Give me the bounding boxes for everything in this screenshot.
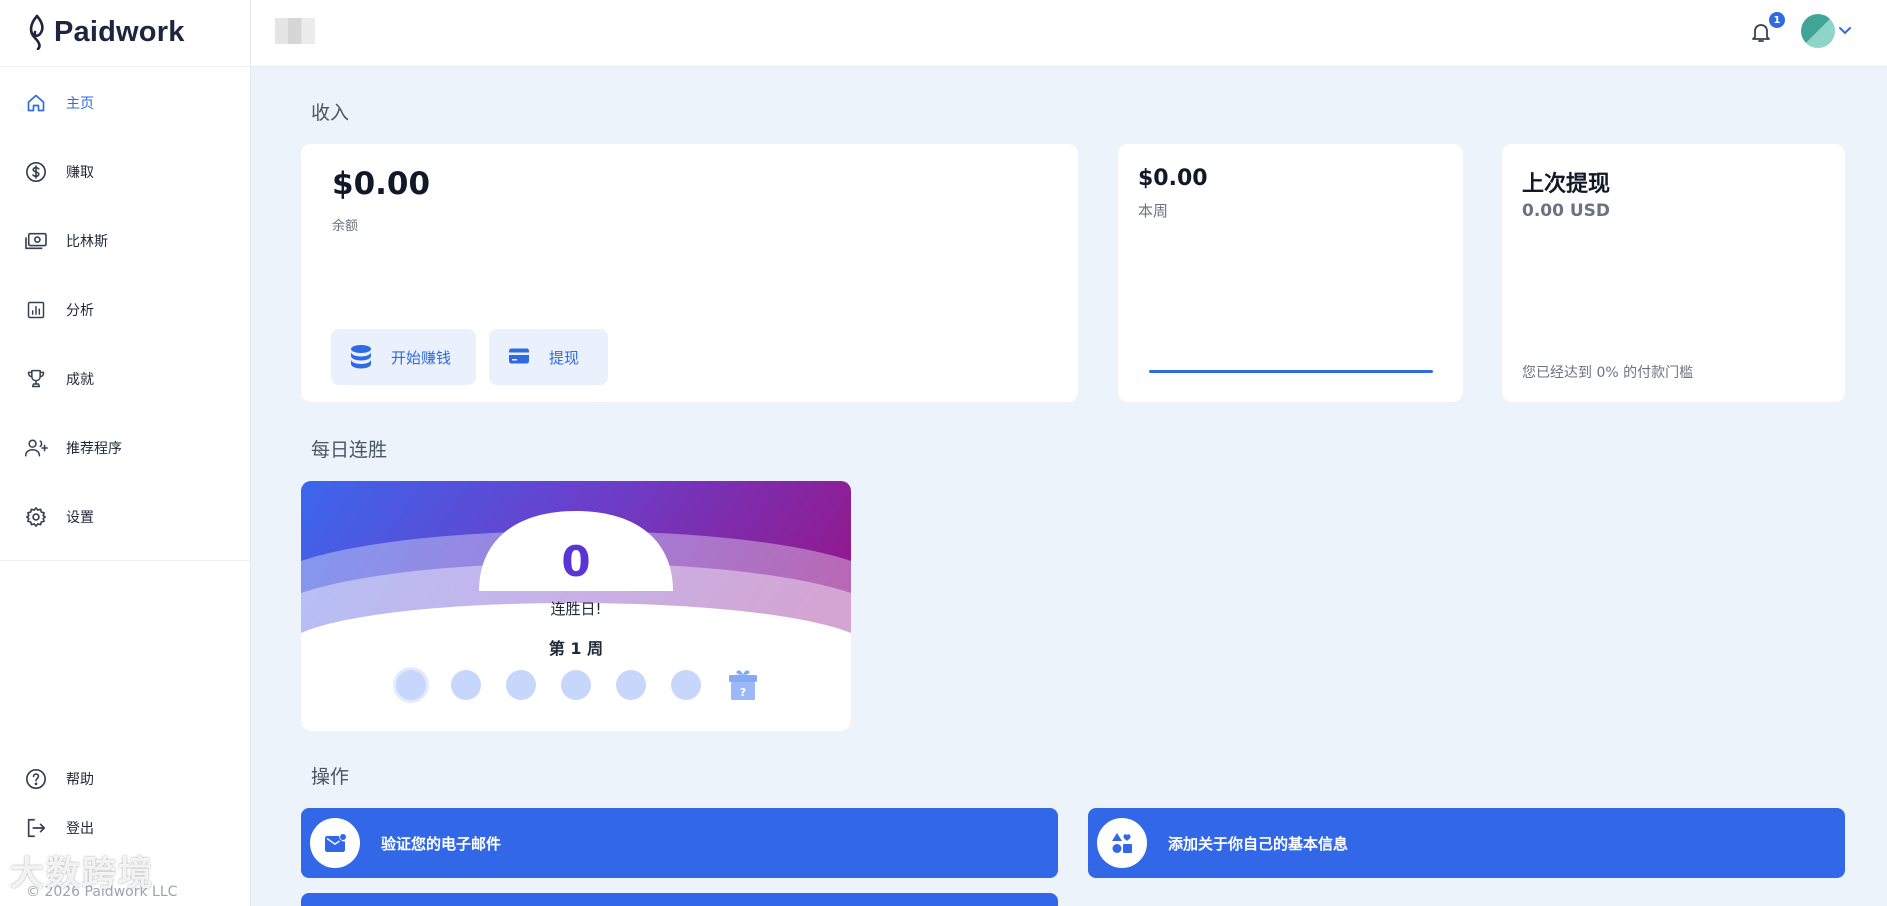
streak-day-dot: [671, 670, 701, 700]
sidebar-item-analytics[interactable]: 分析: [0, 275, 250, 344]
logo-mark-icon: [29, 14, 44, 50]
blurred-title: [275, 18, 315, 44]
shapes-icon: [1097, 818, 1147, 868]
home-icon: [24, 91, 48, 115]
watermark-text: 大数跨境: [10, 854, 154, 894]
main-nav: 主页 赚取 比林斯 分析 成就 推荐程序 设置: [0, 68, 250, 551]
sidebar-item-home[interactable]: 主页: [0, 68, 250, 137]
sidebar-item-billing[interactable]: 比林斯: [0, 206, 250, 275]
sidebar-item-help[interactable]: 帮助: [0, 754, 250, 803]
balance-label: 余额: [332, 219, 359, 234]
verify-email-button[interactable]: 验证您的电子邮件: [301, 808, 1058, 878]
streak-day-dot: [616, 670, 646, 700]
gear-icon: [24, 505, 48, 529]
logo-divider: [0, 66, 250, 67]
credit-card-icon: [507, 344, 533, 370]
withdraw-label: 提现: [549, 348, 580, 367]
withdraw-button[interactable]: 提现: [489, 329, 608, 385]
gift-icon[interactable]: ?: [728, 667, 758, 701]
add-user-icon: [24, 436, 48, 460]
sidebar: Paidwork 主页 赚取 比林斯 分析 成就 推荐程序 设置 帮助 登出 ©…: [0, 0, 251, 906]
weekly-amount: $0.00: [1138, 166, 1208, 191]
sidebar-item-referral[interactable]: 推荐程序: [0, 413, 250, 482]
sidebar-item-label: 分析: [66, 302, 94, 319]
nav-divider: [0, 560, 250, 561]
weekly-chart-line: [1149, 370, 1433, 373]
streak-day-dot: [561, 670, 591, 700]
sidebar-bottom-nav: 帮助 登出: [0, 754, 250, 852]
sidebar-item-label: 成就: [66, 371, 94, 388]
operations-section-title: 操作: [311, 766, 350, 788]
streak-day-dot: [451, 670, 481, 700]
streak-label: 连胜日!: [550, 600, 602, 618]
last-withdrawal-amount: 0.00 USD: [1522, 201, 1611, 221]
sidebar-item-label: 主页: [66, 95, 94, 112]
avatar[interactable]: [1801, 14, 1835, 48]
mail-icon: [310, 818, 360, 868]
dollar-icon: [24, 160, 48, 184]
database-icon: [349, 344, 375, 370]
sidebar-item-label: 比林斯: [66, 233, 108, 250]
add-basic-info-label: 添加关于你自己的基本信息: [1168, 834, 1349, 853]
payout-threshold-note: 您已经达到 0% 的付款门槛: [1522, 365, 1694, 381]
streak-section-title: 每日连胜: [311, 439, 388, 461]
sidebar-item-label: 推荐程序: [66, 440, 122, 457]
balance-amount: $0.00: [332, 166, 431, 202]
help-icon: [24, 767, 48, 791]
top-header: 1: [251, 0, 1887, 67]
sidebar-item-label: 赚取: [66, 164, 94, 181]
verify-email-label: 验证您的电子邮件: [381, 834, 502, 853]
sidebar-item-label: 帮助: [66, 771, 94, 788]
notification-badge: 1: [1769, 12, 1785, 28]
income-section-title: 收入: [311, 102, 350, 124]
last-withdrawal-title: 上次提现: [1522, 172, 1611, 197]
banknote-icon: [24, 229, 48, 253]
sidebar-item-earn[interactable]: 赚取: [0, 137, 250, 206]
weekly-label: 本周: [1138, 202, 1169, 220]
balance-card: $0.00 余额 开始赚钱 提现: [301, 144, 1078, 402]
paidwork-logo[interactable]: Paidwork: [26, 12, 185, 52]
logout-icon: [24, 816, 48, 840]
last-withdrawal-card: 上次提现 0.00 USD 您已经达到 0% 的付款门槛: [1502, 144, 1845, 402]
sidebar-item-label: 设置: [66, 509, 94, 526]
start-earning-button[interactable]: 开始赚钱: [331, 329, 476, 385]
sidebar-item-settings[interactable]: 设置: [0, 482, 250, 551]
streak-day-dot: [506, 670, 536, 700]
add-basic-info-button[interactable]: 添加关于你自己的基本信息: [1088, 808, 1845, 878]
sidebar-item-achievements[interactable]: 成就: [0, 344, 250, 413]
weekly-earnings-card: $0.00 本周: [1118, 144, 1463, 402]
streak-day-dot: [396, 670, 426, 700]
sidebar-item-label: 登出: [66, 820, 94, 837]
daily-streak-card: 0 连胜日! 第 1 周 ?: [301, 481, 851, 731]
start-earning-label: 开始赚钱: [391, 348, 452, 367]
streak-count: 0: [561, 537, 591, 586]
logo-text: Paidwork: [54, 15, 185, 48]
gift-question-mark: ?: [740, 686, 746, 699]
chevron-down-icon[interactable]: [1837, 22, 1853, 38]
chart-icon: [24, 298, 48, 322]
sidebar-item-logout[interactable]: 登出: [0, 803, 250, 852]
streak-week: 第 1 周: [548, 639, 604, 658]
trophy-icon: [24, 367, 48, 391]
operation-item-partial[interactable]: [301, 893, 1058, 906]
